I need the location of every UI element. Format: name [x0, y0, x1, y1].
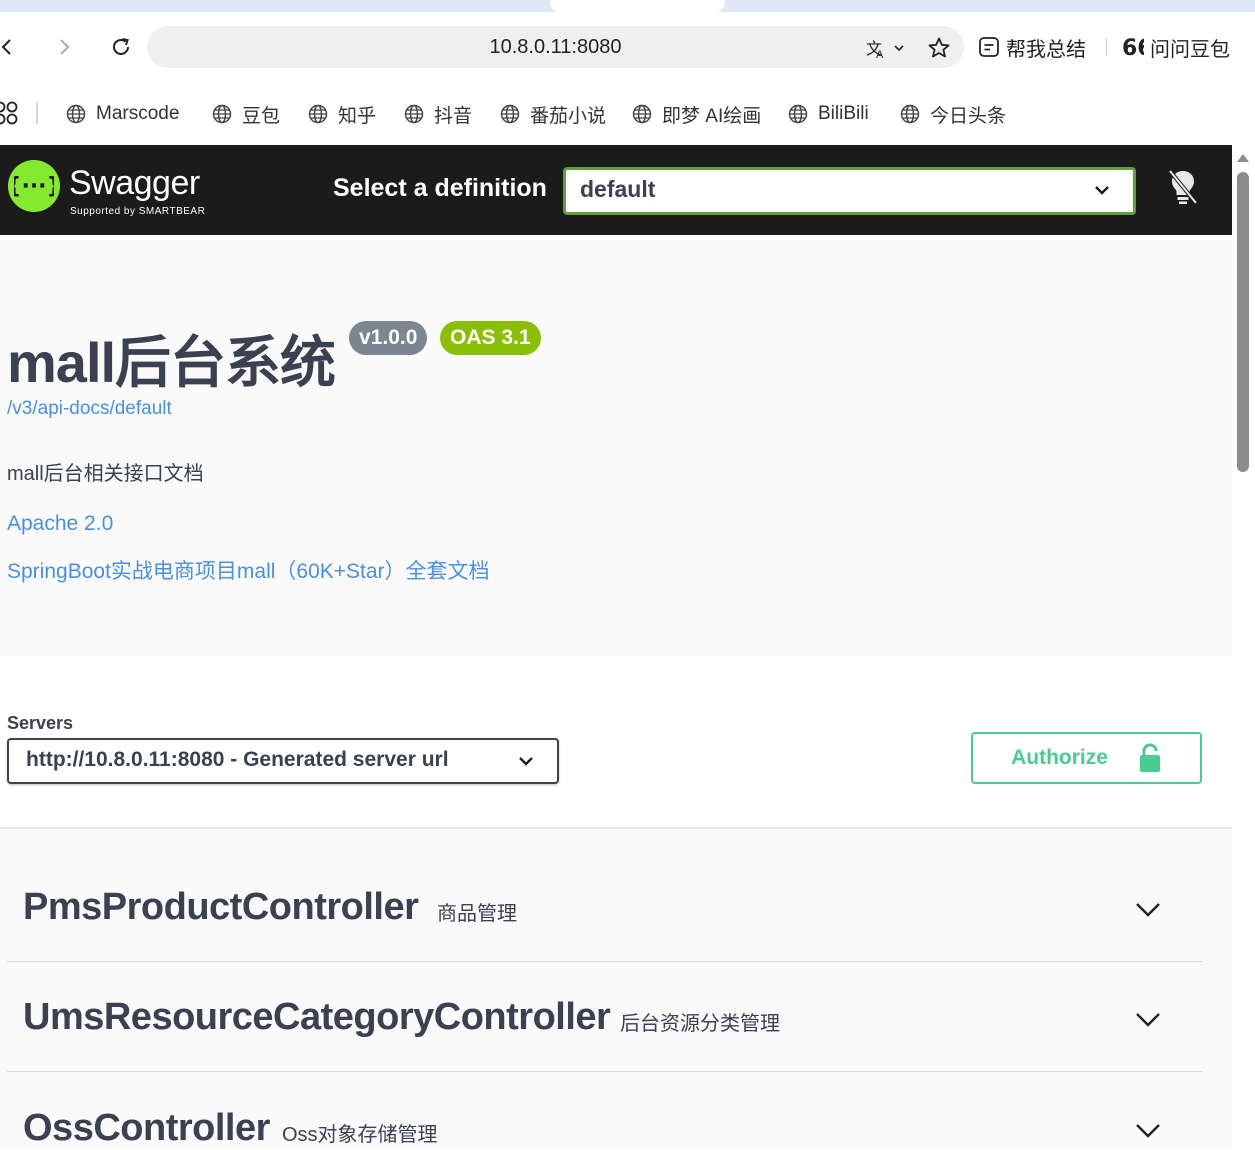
svg-text:{···}: {···} [14, 174, 54, 199]
tag-description: 后台资源分类管理 [620, 1013, 780, 1035]
swagger-logo[interactable]: {···} [8, 160, 60, 212]
bookmark-item[interactable]: 今日头条 [900, 99, 1006, 129]
api-description: mall后台相关接口文档 [7, 463, 204, 485]
info-section [0, 235, 1232, 656]
bookmark-item[interactable]: 即梦 AI绘画 [632, 99, 761, 129]
svg-text:A: A [876, 49, 884, 60]
dark-mode-toggle-icon[interactable] [1166, 168, 1200, 206]
bookmark-label: 即梦 AI绘画 [662, 105, 762, 127]
bookmarks-divider [36, 102, 38, 124]
tag-description: Oss对象存储管理 [282, 1124, 438, 1146]
servers-label: Servers [7, 713, 74, 733]
translate-icon: 文 A [866, 39, 904, 60]
definition-select-value[interactable]: default [580, 176, 655, 203]
chevron-down-icon[interactable] [1134, 1116, 1162, 1144]
bookmark-item[interactable]: BiliBili [788, 99, 869, 129]
authorize-button[interactable]: Authorize [971, 732, 1202, 784]
bookmark-label: 知乎 [338, 105, 377, 127]
address-bar-url[interactable]: 10.8.0.11:8080 [147, 26, 964, 68]
scrollbar-thumb[interactable] [1237, 172, 1249, 472]
tag-name[interactable]: OssController [23, 1107, 270, 1150]
api-title: mall后台系统 [7, 331, 336, 394]
globe-icon [66, 104, 86, 124]
ask-doubao-button[interactable]: 66 问问豆包 [1122, 30, 1230, 64]
summary-icon [979, 37, 999, 57]
scroll-up-arrow-icon[interactable] [1236, 151, 1250, 165]
bookmarks-bar [0, 84, 1255, 144]
forward-button[interactable] [47, 30, 81, 64]
bookmark-item[interactable]: 番茄小说 [500, 99, 606, 129]
reload-button[interactable] [104, 30, 138, 64]
oas-badge: OAS 3.1 [440, 321, 541, 355]
globe-icon [212, 104, 232, 124]
version-badge: v1.0.0 [349, 321, 428, 355]
chevron-down-icon[interactable] [1092, 180, 1112, 200]
svg-text:66: 66 [1122, 36, 1144, 58]
translate-button[interactable]: 文 A [862, 34, 906, 62]
servers-select-value[interactable]: http://10.8.0.11:8080 - Generated server… [26, 748, 449, 772]
api-docs-link[interactable]: /v3/api-docs/default [7, 398, 172, 420]
chevron-left-icon [1, 39, 11, 55]
bookmark-label: 抖音 [434, 105, 473, 127]
bookmark-star-button[interactable] [925, 34, 953, 62]
bookmark-label: 今日头条 [930, 105, 1007, 127]
tag-name[interactable]: UmsResourceCategoryController [23, 996, 611, 1039]
chevron-right-icon [60, 39, 70, 55]
bookmark-item[interactable]: 抖音 [404, 99, 472, 129]
bookmark-label: 豆包 [242, 105, 281, 127]
summarize-button[interactable]: 帮我总结 [978, 30, 1086, 64]
license-link[interactable]: Apache 2.0 [7, 512, 113, 536]
globe-icon [788, 104, 808, 124]
globe-icon [308, 104, 328, 124]
browser-active-tab[interactable] [550, 0, 725, 12]
external-docs-link[interactable]: SpringBoot实战电商项目mall（60K+Star）全套文档 [7, 555, 490, 585]
bookmark-item[interactable]: 豆包 [212, 99, 280, 129]
globe-icon [500, 104, 520, 124]
ask-doubao-label: 问问豆包 [1150, 36, 1230, 61]
apps-grid-icon [0, 101, 18, 125]
tag-name[interactable]: PmsProductController [23, 886, 419, 929]
unlock-icon [1139, 743, 1160, 772]
bookmark-label: BiliBili [818, 103, 869, 124]
bookmark-label: 番茄小说 [530, 105, 607, 127]
chevron-down-icon[interactable] [516, 751, 536, 771]
globe-icon [632, 104, 652, 124]
globe-icon [404, 104, 424, 124]
swagger-braces-icon: {···} [14, 174, 54, 199]
bookmark-label: Marscode [96, 103, 180, 124]
chevron-down-icon[interactable] [1134, 1005, 1162, 1033]
quote-icon: 66 [1122, 36, 1144, 58]
reload-icon [113, 38, 129, 55]
globe-icon [900, 104, 920, 124]
bookmark-item[interactable]: 知乎 [308, 99, 376, 129]
definition-label: Select a definition [333, 174, 547, 202]
bookmark-item[interactable]: Marscode [66, 99, 179, 129]
swagger-logo-subtext: Supported by SMARTBEAR [70, 206, 206, 217]
star-icon [928, 37, 950, 58]
swagger-logo-text: Swagger [69, 164, 200, 202]
apps-button[interactable] [0, 101, 18, 129]
chevron-down-icon[interactable] [1134, 895, 1162, 923]
summarize-label: 帮我总结 [1006, 36, 1086, 61]
back-button[interactable] [0, 30, 24, 64]
toolbar-divider [1106, 38, 1107, 56]
authorize-label: Authorize [1011, 746, 1108, 769]
tag-description: 商品管理 [437, 903, 517, 925]
